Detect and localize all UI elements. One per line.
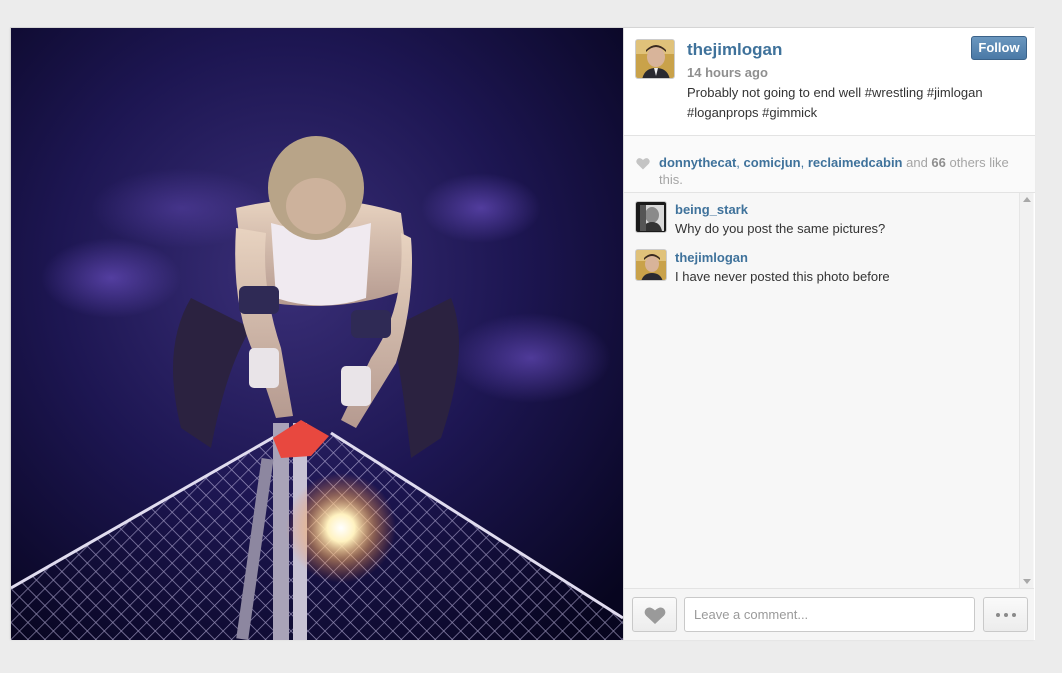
ellipsis-icon [1004, 613, 1008, 617]
likes-text: donnythecat, comicjun, reclaimedcabin an… [659, 154, 1029, 188]
post-photo[interactable] [11, 28, 623, 640]
scroll-up-arrow-icon[interactable] [1023, 197, 1031, 202]
liker-separator: , [736, 155, 744, 170]
comment-footer [624, 588, 1034, 640]
post-sidebar: thejimlogan 14 hours ago Probably not go… [623, 28, 1035, 640]
liker-link[interactable]: donnythecat [659, 155, 736, 170]
comments-list: being_stark Why do you post the same pic… [624, 193, 1034, 588]
liker-link[interactable]: comicjun [744, 155, 801, 170]
comments-scrollbar[interactable] [1019, 193, 1033, 588]
ellipsis-icon [1012, 613, 1016, 617]
more-options-button[interactable] [983, 597, 1028, 632]
profile-photo-icon [636, 40, 674, 78]
heart-icon [636, 158, 650, 170]
post-caption: Probably not going to end well #wrestlin… [687, 85, 983, 120]
post-timestamp: 14 hours ago [687, 65, 768, 80]
likes-and: and [902, 155, 932, 170]
comment-input[interactable] [684, 597, 975, 632]
comment-username[interactable]: being_stark [675, 202, 748, 217]
post-card: thejimlogan 14 hours ago Probably not go… [10, 27, 1035, 640]
like-button[interactable] [632, 597, 677, 632]
comment-text: I have never posted this photo before [675, 269, 890, 284]
likes-section: donnythecat, comicjun, reclaimedcabin an… [624, 136, 1035, 193]
comment-item: being_stark Why do you post the same pic… [635, 201, 1015, 241]
comment-item: thejimlogan I have never posted this pho… [635, 249, 1015, 289]
liker-link[interactable]: reclaimedcabin [808, 155, 903, 170]
likes-count[interactable]: 66 [931, 155, 945, 170]
post-header: thejimlogan 14 hours ago Probably not go… [624, 28, 1035, 136]
commenter-avatar[interactable] [635, 201, 667, 233]
follow-button[interactable]: Follow [971, 36, 1027, 60]
owner-username[interactable]: thejimlogan [687, 40, 782, 60]
wrestling-photo-image [11, 28, 623, 640]
scroll-down-arrow-icon[interactable] [1023, 579, 1031, 584]
comment-username[interactable]: thejimlogan [675, 250, 748, 265]
heart-icon [644, 607, 666, 624]
commenter-avatar[interactable] [635, 249, 667, 281]
liker-separator: , [800, 155, 808, 170]
ellipsis-icon [996, 613, 1000, 617]
owner-avatar[interactable] [635, 39, 675, 79]
profile-photo-icon [636, 202, 666, 232]
profile-photo-icon [636, 250, 666, 280]
comment-text: Why do you post the same pictures? [675, 221, 886, 236]
